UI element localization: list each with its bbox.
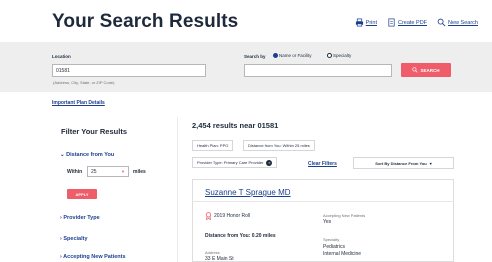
filter-provider-type-label: Provider Type	[63, 215, 100, 221]
filter-specialty[interactable]: › Specialty	[60, 236, 88, 242]
distance-select[interactable]: 25 ▼	[87, 166, 129, 177]
print-link[interactable]: Print	[355, 18, 377, 27]
caret-down-icon: ▾	[429, 160, 432, 166]
provider-name-link[interactable]: Suzanne T Sprague MD	[205, 188, 291, 197]
filter-accepting-label: Accepting New Patients	[63, 254, 126, 260]
provider-distance: Distance from You: 0.20 miles	[205, 233, 276, 239]
filter-chip-distance[interactable]: Distance from You: Within 25 miles	[243, 140, 315, 151]
distance-filter-toggle[interactable]: ⌄ Distance from You	[60, 152, 114, 158]
filter-accepting-new-patients[interactable]: › Accepting New Patients	[60, 254, 126, 260]
address-value: 33 E Main St	[205, 256, 234, 262]
sort-label: Sort By Distance From You	[375, 160, 427, 166]
search-icon	[437, 18, 446, 27]
specialty-value: Internal Medicine	[323, 251, 362, 257]
distance-select-value: 25	[91, 168, 97, 175]
sort-dropdown[interactable]: Sort By Distance From You ▾	[353, 157, 454, 169]
caret-down-icon: ▼	[121, 169, 125, 174]
create-pdf-link[interactable]: Create PDF	[387, 18, 427, 27]
chip-label: Distance from You: Within 25 miles	[248, 143, 310, 148]
honor-roll-label: 2019 Honor Roll	[214, 213, 251, 219]
chip-label: Provider Type: Primary Care Provider	[197, 160, 264, 165]
filter-chip-provider-type[interactable]: Provider Type: Primary Care Provider ×	[192, 157, 278, 168]
apply-button[interactable]: APPLY	[67, 189, 97, 199]
create-pdf-label: Create PDF	[397, 19, 428, 26]
location-label: Location	[52, 54, 71, 59]
filter-provider-type[interactable]: › Provider Type	[60, 215, 100, 221]
location-hint: (Address, City, State, or ZIP Code)	[53, 80, 115, 85]
radio-unselected-indicator	[327, 53, 332, 58]
specialty-label: Specialty	[323, 237, 340, 242]
radio-specialty[interactable]: Specialty	[327, 53, 351, 58]
close-icon[interactable]: ×	[266, 159, 273, 166]
radio-name-or-facility[interactable]: Name or Facility	[273, 53, 312, 58]
page-header: Your Search Results Print Create PDF New…	[0, 0, 492, 42]
search-icon	[412, 67, 419, 73]
search-by-label: Search by	[244, 54, 266, 59]
filter-specialty-label: Specialty	[63, 236, 88, 242]
filter-chip-health-plan[interactable]: Health Plan: PPO	[192, 140, 234, 151]
card-divider	[192, 201, 454, 202]
chevron-right-icon: ›	[60, 254, 62, 260]
printer-icon	[355, 18, 363, 27]
address-label: Address	[205, 250, 220, 255]
radio-name-label: Name or Facility	[279, 53, 312, 58]
accepting-new-patients-label: Accepting New Patients	[323, 213, 366, 218]
distance-filter-label: Distance from You	[66, 152, 115, 158]
accepting-new-patients-value: Yes	[323, 219, 332, 225]
new-search-link[interactable]: New Search	[437, 18, 478, 27]
print-label: Print	[365, 19, 377, 26]
name-search-input[interactable]	[244, 64, 392, 77]
radio-selected-indicator	[273, 53, 278, 58]
search-button[interactable]: SEARCH	[401, 63, 451, 77]
search-button-label: SEARCH	[420, 67, 440, 73]
new-search-label: New Search	[448, 19, 478, 26]
chevron-right-icon: ›	[60, 236, 62, 242]
page-title: Your Search Results	[52, 11, 239, 32]
chip-label: Health Plan: PPO	[197, 143, 229, 148]
location-input[interactable]: 01581	[52, 64, 206, 77]
chevron-right-icon: ›	[60, 215, 62, 221]
header-actions: Print Create PDF New Search	[355, 18, 478, 27]
important-plan-details-link[interactable]: Important Plan Details	[52, 100, 105, 106]
within-label: Within	[67, 169, 83, 175]
miles-label: miles	[133, 169, 146, 175]
chevron-down-icon: ⌄	[60, 152, 65, 158]
filter-title: Filter Your Results	[61, 127, 127, 136]
award-ribbon-icon	[205, 212, 212, 220]
radio-specialty-label: Specialty	[333, 53, 352, 58]
results-count: 2,454 results near 01581	[192, 121, 279, 130]
honor-roll-badge: 2019 Honor Roll	[205, 212, 250, 220]
specialty-value: Pediatrics	[323, 244, 345, 250]
clear-filters-link[interactable]: Clear Filters	[308, 161, 337, 167]
pdf-icon	[388, 18, 395, 27]
